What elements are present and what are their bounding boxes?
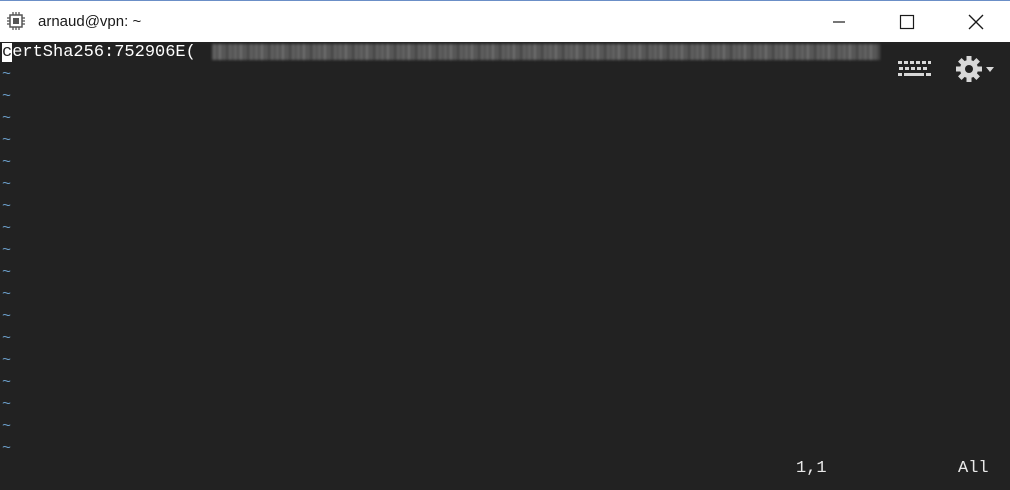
minimize-icon bbox=[832, 15, 846, 29]
title-bar[interactable]: arnaud@vpn: ~ bbox=[0, 0, 1010, 42]
maximize-button[interactable] bbox=[884, 1, 930, 43]
empty-line-tilde: ~ bbox=[2, 132, 12, 149]
gear-icon[interactable] bbox=[954, 54, 996, 84]
editor-line-1: certSha256:752906E( bbox=[2, 42, 196, 64]
empty-line-tilde: ~ bbox=[2, 264, 12, 281]
terminal-screen[interactable]: certSha256:752906E( ~ ~ ~ ~ ~ ~ ~ ~ ~ ~ ~ ~ ~ ~ ~ ~ ~ ~ bbox=[0, 42, 1010, 490]
empty-line-tilde: ~ bbox=[2, 176, 12, 193]
empty-line-tilde: ~ bbox=[2, 440, 12, 457]
close-icon bbox=[968, 14, 984, 30]
empty-line-tilde: ~ bbox=[2, 286, 12, 303]
minimize-button[interactable] bbox=[816, 1, 862, 43]
empty-line-tilde: ~ bbox=[2, 352, 12, 369]
empty-line-tilde: ~ bbox=[2, 418, 12, 435]
text-cursor: c bbox=[2, 43, 13, 62]
empty-line-tilde: ~ bbox=[2, 88, 12, 105]
empty-line-tilde: ~ bbox=[2, 330, 12, 347]
chip-icon bbox=[6, 11, 26, 31]
empty-line-tilde: ~ bbox=[2, 110, 12, 127]
cursor-position: 1,1 bbox=[796, 459, 827, 478]
keyboard-icon[interactable] bbox=[896, 58, 932, 80]
window-title: arnaud@vpn: ~ bbox=[38, 13, 142, 30]
empty-line-tilde: ~ bbox=[2, 308, 12, 325]
empty-line-tilde: ~ bbox=[2, 374, 12, 391]
terminal-window: arnaud@vpn: ~ certSha256:752906E( ~ ~ ~ ~ ~ ~… bbox=[0, 0, 1010, 490]
empty-line-tilde: ~ bbox=[2, 220, 12, 237]
empty-line-tilde: ~ bbox=[2, 242, 12, 259]
scroll-indicator: All bbox=[958, 459, 989, 478]
empty-line-tilde: ~ bbox=[2, 154, 12, 171]
empty-line-tilde: ~ bbox=[2, 396, 12, 413]
cert-line-text: ertSha256:752906E( bbox=[12, 43, 196, 62]
empty-line-tilde: ~ bbox=[2, 66, 12, 83]
close-button[interactable] bbox=[953, 1, 999, 43]
maximize-icon bbox=[899, 14, 915, 30]
redacted-text bbox=[212, 44, 880, 60]
empty-line-tilde: ~ bbox=[2, 198, 12, 215]
